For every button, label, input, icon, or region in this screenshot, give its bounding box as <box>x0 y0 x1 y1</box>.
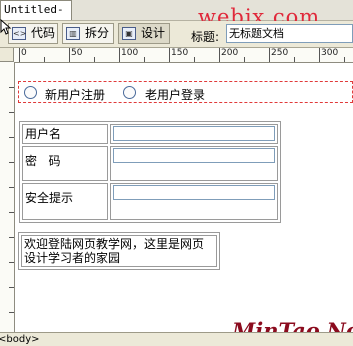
username-label: 用户名 <box>22 124 108 144</box>
radio-new-user-label: 新用户注册 <box>45 88 106 102</box>
title-label: 标题: <box>191 30 220 44</box>
ruler-label: 200 <box>221 48 239 58</box>
design-view-button[interactable]: ▣ 设计 <box>118 23 170 44</box>
title-input-value: 无标题文档 <box>229 27 284 40</box>
table-row: 安全提示 <box>22 183 278 220</box>
horizontal-ruler[interactable]: 0 50 100 150 200 250 300 <box>14 48 353 63</box>
ruler-corner <box>0 48 14 62</box>
ruler-label: 100 <box>121 48 139 58</box>
mouse-cursor-icon <box>0 19 12 35</box>
document-tab[interactable]: Untitled-1* <box>0 0 72 34</box>
code-view-label: 代码 <box>31 26 56 40</box>
registration-table: 用户名 密 码 安全提示 <box>19 121 281 223</box>
security-hint-field[interactable] <box>113 185 275 200</box>
split-view-icon: ▥ <box>66 27 80 40</box>
view-toolbar: <> 代码 ▥ 拆分 ▣ 设计 标题: 无标题文档 <box>0 21 353 48</box>
table-row: 密 码 <box>22 146 278 181</box>
vertical-ruler[interactable] <box>0 62 15 332</box>
design-view-label: 设计 <box>141 26 166 40</box>
radio-new-user[interactable] <box>24 86 37 99</box>
code-view-icon: <> <box>12 27 27 40</box>
form-outline[interactable]: 新用户注册 老用户登录 <box>18 81 353 103</box>
split-view-button[interactable]: ▥ 拆分 <box>62 23 114 44</box>
table-row: 欢迎登陆网页教学网，这里是网页设计学习者的家园 <box>21 235 217 267</box>
security-hint-label: 安全提示 <box>22 183 108 220</box>
username-field[interactable] <box>113 126 275 141</box>
ruler-label: 300 <box>321 48 339 58</box>
ruler-label: 50 <box>71 48 83 58</box>
radio-old-user[interactable] <box>123 86 136 99</box>
split-view-label: 拆分 <box>85 26 110 40</box>
security-hint-cell <box>110 183 278 220</box>
welcome-table: 欢迎登陆网页教学网，这里是网页设计学习者的家园 <box>18 232 220 270</box>
status-bar: <body> <box>0 332 353 346</box>
radio-old-user-label: 老用户登录 <box>145 88 206 102</box>
welcome-text: 欢迎登陆网页教学网，这里是网页设计学习者的家园 <box>21 235 217 267</box>
design-view-icon: ▣ <box>122 27 136 40</box>
code-view-button[interactable]: <> 代码 <box>8 23 58 44</box>
table-row: 用户名 <box>22 124 278 144</box>
body-tag-selector[interactable]: <body> <box>0 333 40 346</box>
ruler-label: 0 <box>21 48 27 58</box>
title-input[interactable]: 无标题文档 <box>226 24 353 43</box>
username-cell <box>110 124 278 144</box>
password-cell <box>110 146 278 181</box>
design-canvas[interactable]: 新用户注册 老用户登录 用户名 密 码 安全提示 欢迎登陆网页教学网，这里是网页… <box>15 63 353 332</box>
password-field[interactable] <box>113 148 275 163</box>
ruler-label: 250 <box>271 48 289 58</box>
password-label: 密 码 <box>22 146 108 181</box>
ruler-label: 150 <box>171 48 189 58</box>
